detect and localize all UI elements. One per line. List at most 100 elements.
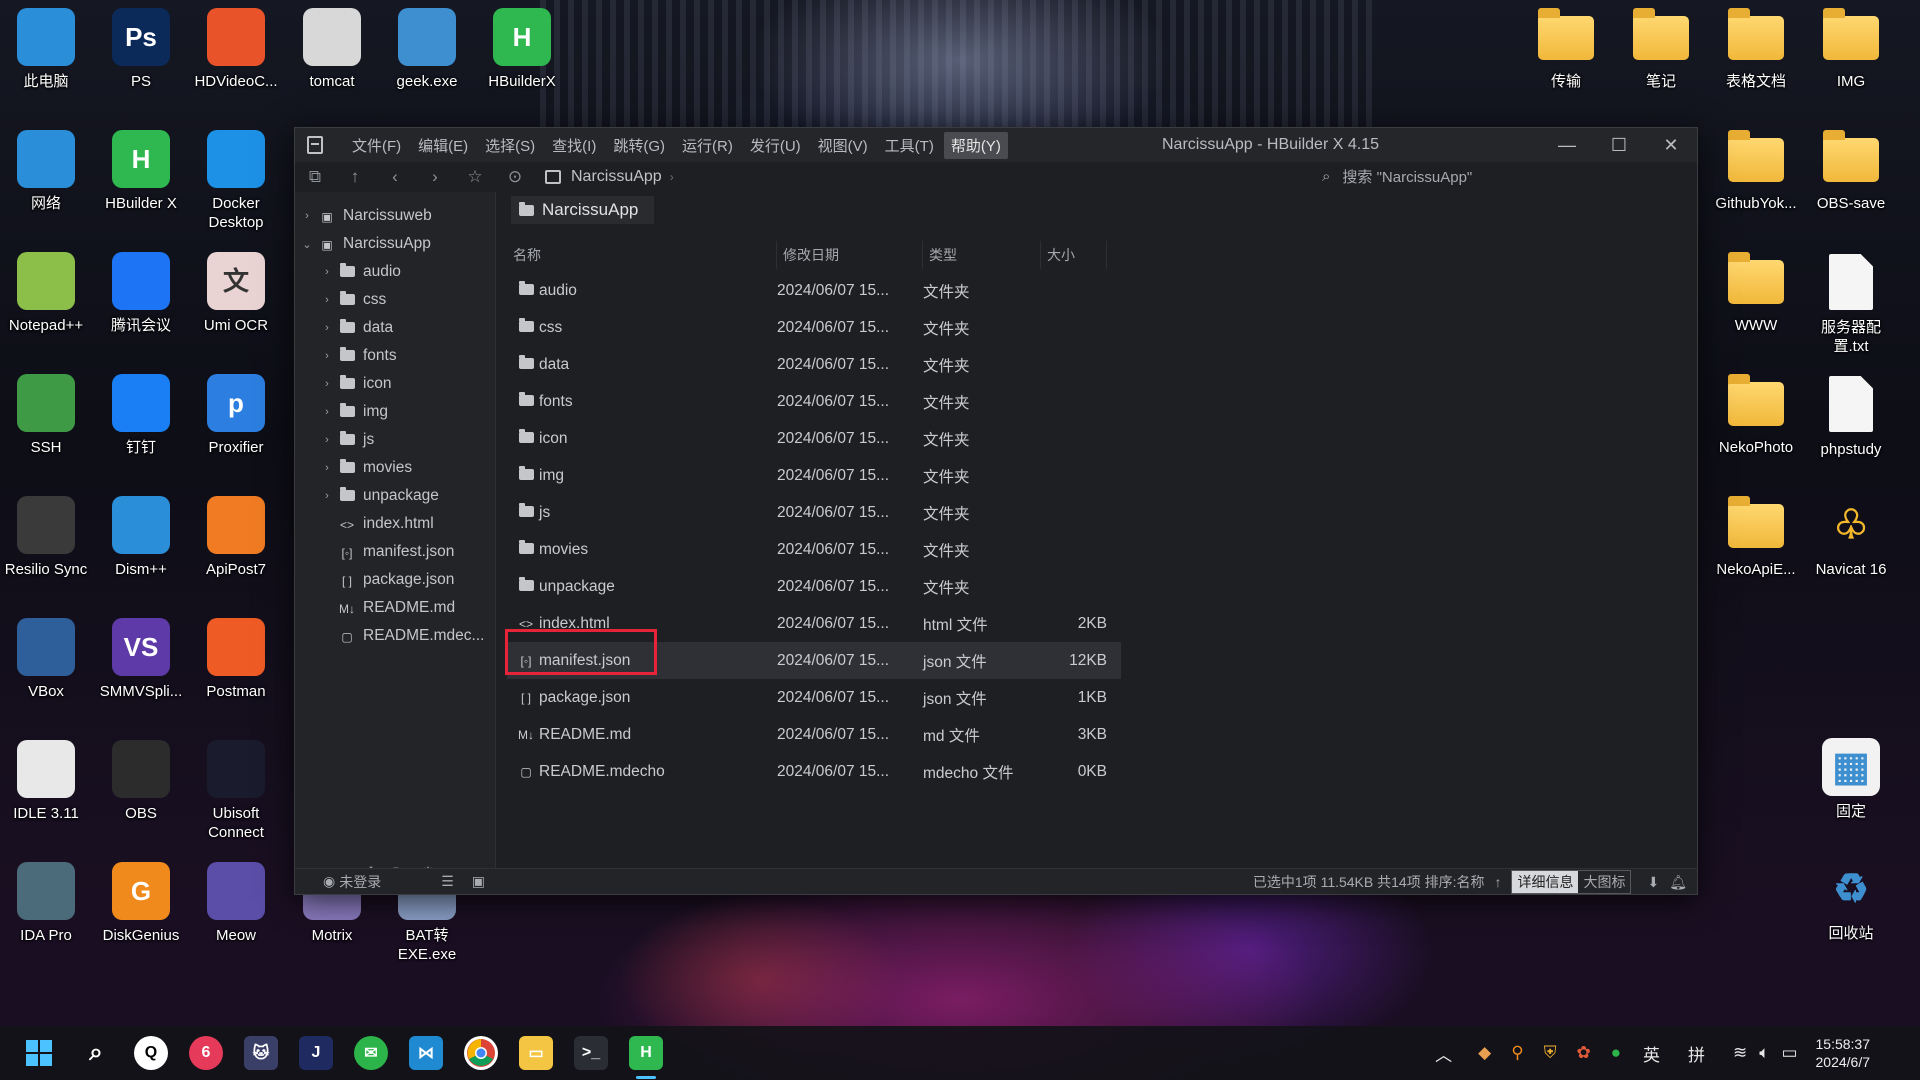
desktop-icon[interactable]: Docker Desktop <box>190 130 282 232</box>
desktop-icon[interactable]: tomcat <box>286 8 378 91</box>
desktop-icon[interactable]: 服务器配置.txt <box>1805 252 1897 356</box>
tree-item[interactable]: › js <box>295 426 495 454</box>
breadcrumb[interactable]: NarcissuApp › <box>545 168 674 186</box>
tree-item[interactable]: <> index.html <box>295 510 495 538</box>
table-row[interactable]: [ ] package.json 2024/06/07 15... json 文件 1K… <box>507 679 1121 716</box>
chevron-right-icon[interactable]: › <box>319 378 335 390</box>
chevron-right-icon[interactable]: › <box>319 322 335 334</box>
desktop-icon[interactable]: 网络 <box>0 130 92 213</box>
bell-icon[interactable]: 🔔︎ <box>1669 874 1687 891</box>
chrome-icon[interactable] <box>464 1036 498 1070</box>
tree-item[interactable]: › img <box>295 398 495 426</box>
tree-item[interactable]: M↓ README.md <box>295 594 495 622</box>
minimize-icon[interactable]: — <box>1541 128 1593 162</box>
forward-arrow-icon[interactable]: › <box>415 167 455 187</box>
desktop-icon[interactable]: HDVideoC... <box>190 8 282 91</box>
tree-item[interactable]: › icon <box>295 370 495 398</box>
wechat-icon[interactable]: ✉ <box>354 1036 388 1070</box>
netease-music-icon[interactable]: 6 <box>189 1036 223 1070</box>
tree-item[interactable]: › audio <box>295 258 495 286</box>
column-date[interactable]: 修改日期 <box>777 241 923 269</box>
breadcrumb-project[interactable]: NarcissuApp <box>571 168 662 186</box>
desktop-icon[interactable]: geek.exe <box>381 8 473 91</box>
table-row[interactable]: fonts 2024/06/07 15... 文件夹 <box>507 383 1121 420</box>
menu-item[interactable]: 跳转(G) <box>606 132 672 159</box>
tree-item[interactable]: ▢ README.mdec... <box>295 622 495 650</box>
menu-item[interactable]: 工具(T) <box>878 132 941 159</box>
tray-app2-icon[interactable]: ✿ <box>1576 1043 1590 1063</box>
desktop-icon[interactable]: H HBuilder X <box>95 130 187 213</box>
download-icon[interactable]: ⬇ <box>1647 874 1659 891</box>
desktop-icon[interactable]: IDLE 3.11 <box>0 740 92 823</box>
tree-item[interactable]: [◦] manifest.json <box>295 538 495 566</box>
hbuilderx-taskbar-icon[interactable]: H <box>629 1036 663 1070</box>
desktop-icon[interactable]: SSH <box>0 374 92 457</box>
table-row[interactable]: movies 2024/06/07 15... 文件夹 <box>507 531 1121 568</box>
vscode-icon[interactable]: ⋈ <box>409 1036 443 1070</box>
ime-mode[interactable]: 拼 <box>1688 1041 1705 1066</box>
table-row[interactable]: ▢ README.mdecho 2024/06/07 15... mdecho 文件 0… <box>507 753 1121 790</box>
desktop-icon[interactable]: Resilio Sync <box>0 496 92 579</box>
tree-item[interactable]: › css <box>295 286 495 314</box>
table-row[interactable]: img 2024/06/07 15... 文件夹 <box>507 457 1121 494</box>
table-row[interactable]: unpackage 2024/06/07 15... 文件夹 <box>507 568 1121 605</box>
table-row[interactable]: M↓ README.md 2024/06/07 15... md 文件 3KB <box>507 716 1121 753</box>
desktop-icon[interactable]: GithubYok... <box>1710 130 1802 213</box>
menu-item[interactable]: 文件(F) <box>345 132 408 159</box>
desktop-icon[interactable]: p Proxifier <box>190 374 282 457</box>
battery-icon[interactable]: ▭ <box>1781 1043 1797 1063</box>
desktop-icon[interactable]: NekoApiE... <box>1710 496 1802 579</box>
desktop-icon[interactable]: Meow <box>190 862 282 945</box>
search-input[interactable]: ⌕ 搜索 "NarcissuApp" <box>1322 166 1472 187</box>
column-name[interactable]: 名称 <box>507 241 777 269</box>
ime-lang[interactable]: 英 <box>1643 1041 1660 1066</box>
up-arrow-icon[interactable]: ↑ <box>335 167 375 187</box>
tray-search-icon[interactable]: ⚲ <box>1511 1043 1523 1063</box>
table-row[interactable]: icon 2024/06/07 15... 文件夹 <box>507 420 1121 457</box>
chevron-right-icon[interactable]: › <box>319 294 335 306</box>
qq-icon[interactable]: Q <box>134 1036 168 1070</box>
terminal-icon[interactable]: >_ <box>574 1036 608 1070</box>
desktop-icon[interactable]: VS SMMVSpli... <box>95 618 187 701</box>
table-row[interactable]: [◦] manifest.json 2024/06/07 15... json 文件 1… <box>507 642 1121 679</box>
chevron-right-icon[interactable]: › <box>319 490 335 502</box>
close-icon[interactable]: ✕ <box>1645 128 1697 162</box>
jetbrains-icon[interactable]: J <box>299 1036 333 1070</box>
desktop-icon[interactable]: 腾讯会议 <box>95 252 187 335</box>
tray-wechat-icon[interactable]: ● <box>1611 1043 1621 1063</box>
desktop-icon[interactable]: IDA Pro <box>0 862 92 945</box>
desktop-icon[interactable]: 传输 <box>1520 8 1612 91</box>
desktop-icon[interactable]: ♻ 回收站 <box>1805 860 1897 943</box>
desktop-icon[interactable]: Dism++ <box>95 496 187 579</box>
tree-item[interactable]: › unpackage <box>295 482 495 510</box>
column-type[interactable]: 类型 <box>923 241 1041 269</box>
table-row[interactable]: <> index.html 2024/06/07 15... html 文件 2KB <box>507 605 1121 642</box>
table-row[interactable]: audio 2024/06/07 15... 文件夹 <box>507 272 1121 309</box>
desktop-icon[interactable]: 钉钉 <box>95 374 187 457</box>
wifi-icon[interactable]: ≋ <box>1733 1043 1747 1063</box>
desktop-icon[interactable]: WWW <box>1710 252 1802 335</box>
view-large-button[interactable]: 大图标 <box>1578 871 1630 893</box>
view-detail-button[interactable]: 详细信息 <box>1512 871 1579 893</box>
search-icon[interactable]: ⌕ <box>79 1036 113 1070</box>
desktop-icon[interactable]: ♧ Navicat 16 <box>1805 496 1897 579</box>
maximize-icon[interactable]: ☐ <box>1593 128 1645 162</box>
chevron-down-icon[interactable]: ⌄ <box>299 238 315 251</box>
desktop-icon[interactable]: phpstudy <box>1805 374 1897 459</box>
chevron-right-icon[interactable]: › <box>319 266 335 278</box>
desktop-icon[interactable]: VBox <box>0 618 92 701</box>
menu-item[interactable]: 选择(S) <box>478 132 542 159</box>
list-icon[interactable]: ☰ <box>441 873 454 890</box>
chevron-right-icon[interactable]: › <box>299 210 315 222</box>
chevron-right-icon[interactable]: › <box>319 406 335 418</box>
desktop-icon[interactable]: IMG <box>1805 8 1897 91</box>
table-row[interactable]: js 2024/06/07 15... 文件夹 <box>507 494 1121 531</box>
desktop-icon[interactable]: Ps PS <box>95 8 187 91</box>
tree-item[interactable]: [ ] package.json <box>295 566 495 594</box>
menu-item[interactable]: 发行(U) <box>743 132 808 159</box>
back-arrow-icon[interactable]: ‹ <box>375 167 415 187</box>
desktop-icon[interactable]: G DiskGenius <box>95 862 187 945</box>
run-icon[interactable]: ⊙ <box>495 167 535 187</box>
tree-item[interactable]: › fonts <box>295 342 495 370</box>
sort-arrow-icon[interactable]: ↑ <box>1494 874 1501 890</box>
